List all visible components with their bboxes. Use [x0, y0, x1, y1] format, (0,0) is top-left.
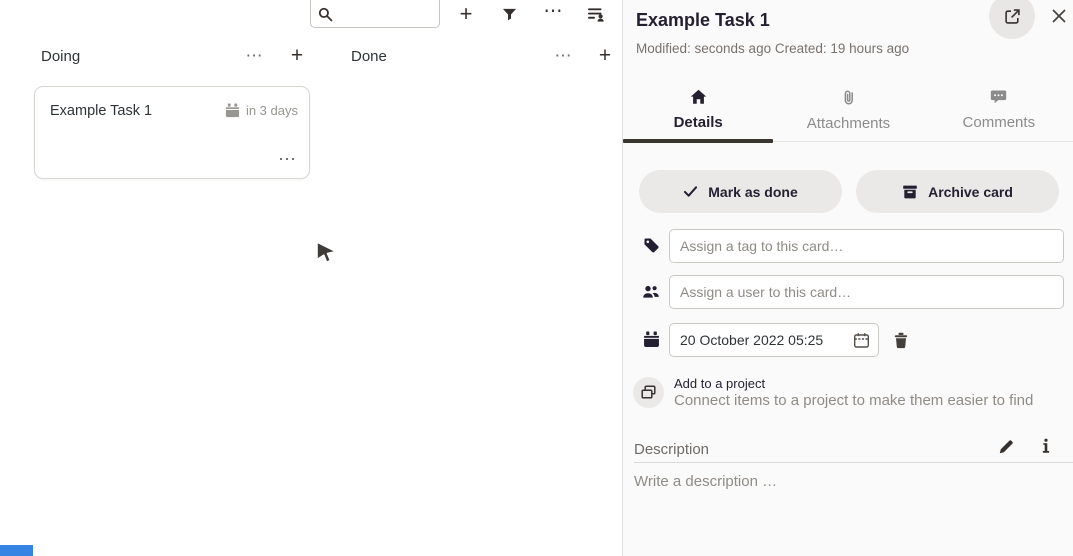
assign-tag-input[interactable]: [669, 229, 1064, 263]
trash-icon: [893, 332, 909, 349]
card-due-date: in 3 days: [225, 103, 298, 118]
due-date-field[interactable]: 20 October 2022 05:25: [669, 323, 879, 357]
card-menu-button[interactable]: ⋯: [278, 150, 296, 168]
panel-title: Example Task 1: [636, 10, 770, 31]
close-icon: [1051, 8, 1067, 24]
chat-icon: [990, 89, 1007, 105]
task-detail-panel: Example Task 1 Modified: seconds ago Cre…: [622, 0, 1073, 556]
date-picker-icon[interactable]: [853, 332, 870, 349]
filter-button[interactable]: [495, 1, 523, 29]
description-placeholder[interactable]: Write a description …: [634, 473, 777, 490]
stacked-windows-icon: [640, 384, 657, 401]
plus-icon: +: [460, 3, 473, 25]
export-icon: [1004, 8, 1021, 25]
user-row: [623, 275, 1073, 309]
mouse-cursor: [314, 239, 340, 267]
calendar-icon: [225, 103, 240, 118]
column-title-doing: Doing: [41, 48, 80, 65]
plus-icon: +: [599, 45, 611, 66]
more-icon: ⋯: [555, 47, 572, 64]
card-due-label: in 3 days: [246, 103, 298, 118]
add-to-project-row[interactable]: Add to a project Connect items to a proj…: [623, 374, 1073, 414]
more-icon: ⋯: [544, 2, 563, 21]
more-icon: ⋯: [246, 47, 263, 64]
search-input[interactable]: [338, 7, 438, 22]
open-in-window-button[interactable]: [989, 0, 1035, 39]
column-done-menu-button[interactable]: ⋯: [550, 42, 576, 68]
description-divider: [634, 462, 1073, 463]
users-icon: [642, 284, 660, 300]
tag-row: [623, 229, 1073, 263]
tab-comments[interactable]: Comments: [924, 84, 1073, 143]
home-icon: [690, 89, 707, 105]
active-tab-indicator: [623, 139, 773, 143]
close-panel-button[interactable]: [1049, 6, 1069, 26]
task-card[interactable]: Example Task 1 in 3 days ⋯: [34, 86, 310, 179]
pencil-icon: [998, 439, 1014, 455]
description-label: Description: [634, 441, 709, 458]
card-title: Example Task 1: [50, 103, 152, 119]
due-date-row: 20 October 2022 05:25: [623, 323, 1073, 357]
column-doing-add-button[interactable]: +: [284, 42, 310, 68]
description-info-button[interactable]: [1033, 433, 1059, 459]
tab-comments-label: Comments: [963, 114, 1036, 131]
panel-tabs: Details Attachments Comments: [623, 84, 1073, 143]
assign-user-input[interactable]: [669, 275, 1064, 309]
bottom-left-accent: [0, 545, 33, 556]
list-person-icon: [588, 6, 605, 22]
column-title-done: Done: [351, 48, 387, 65]
search-box[interactable]: [310, 0, 440, 28]
calendar-icon: [643, 331, 660, 348]
tab-attachments-label: Attachments: [807, 115, 890, 132]
add-card-toolbar-button[interactable]: +: [452, 0, 480, 28]
view-options-button[interactable]: [582, 0, 610, 28]
column-done-add-button[interactable]: +: [592, 42, 618, 68]
tab-attachments[interactable]: Attachments: [773, 84, 923, 143]
paperclip-icon: [841, 89, 856, 106]
plus-icon: +: [291, 45, 303, 66]
archive-card-label: Archive card: [928, 184, 1013, 200]
edit-description-button[interactable]: [993, 434, 1019, 460]
add-to-project-subtitle: Connect items to a project to make them …: [674, 392, 1033, 409]
tag-icon: [643, 237, 660, 254]
info-icon: [1041, 438, 1051, 455]
filter-icon: [502, 8, 517, 22]
tab-details-label: Details: [674, 114, 723, 131]
remove-date-button[interactable]: [888, 327, 914, 353]
archive-icon: [902, 184, 918, 200]
due-date-value: 20 October 2022 05:25: [680, 332, 823, 348]
mark-as-done-label: Mark as done: [708, 184, 797, 200]
check-icon: [683, 185, 698, 198]
archive-card-button[interactable]: Archive card: [856, 170, 1059, 213]
panel-meta: Modified: seconds ago Created: 19 hours …: [636, 41, 909, 56]
search-icon: [318, 7, 333, 22]
board-menu-button[interactable]: ⋯: [539, 0, 567, 25]
add-to-project-button[interactable]: [633, 377, 664, 408]
mark-as-done-button[interactable]: Mark as done: [639, 170, 842, 213]
add-to-project-title: Add to a project: [674, 376, 765, 391]
tab-details[interactable]: Details: [623, 84, 773, 143]
column-doing-menu-button[interactable]: ⋯: [241, 42, 267, 68]
